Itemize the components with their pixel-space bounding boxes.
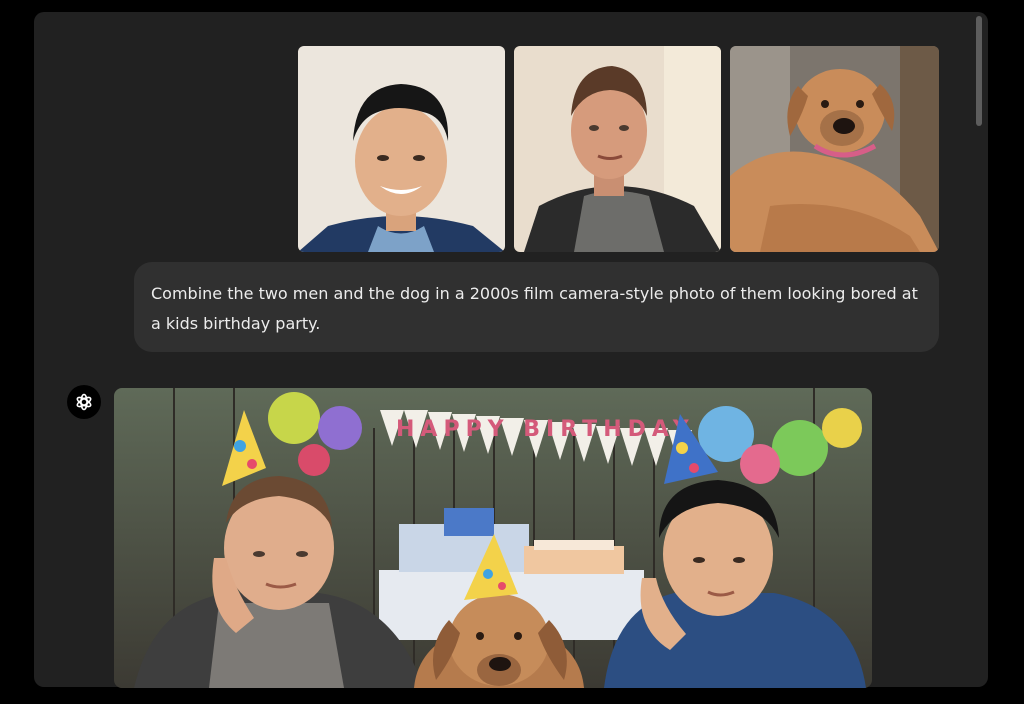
user-message-text: Combine the two men and the dog in a 200… <box>151 284 918 333</box>
user-message: Combine the two men and the dog in a 200… <box>134 262 939 352</box>
assistant-avatar <box>67 385 101 419</box>
scrollbar[interactable] <box>976 16 982 126</box>
attachment-photo-man-1[interactable] <box>298 46 505 252</box>
attachment-photo-dog[interactable] <box>730 46 939 252</box>
banner-text: HAPPY BIRTHDAY <box>396 417 695 442</box>
attachment-photo-man-2[interactable] <box>514 46 721 252</box>
openai-logo-icon <box>76 393 92 411</box>
generated-image[interactable]: HAPPY BIRTHDAY <box>114 388 872 688</box>
